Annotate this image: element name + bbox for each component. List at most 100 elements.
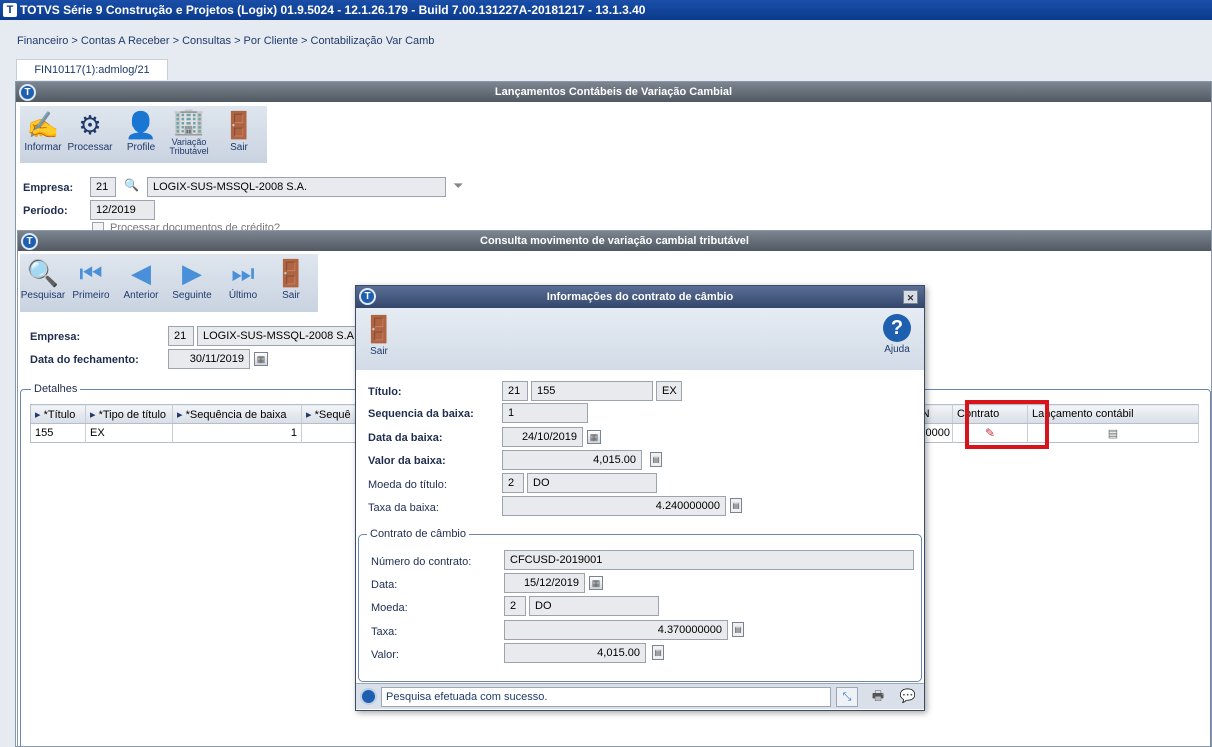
valor-baixa-field[interactable]: 4,015.00 — [502, 450, 642, 470]
status-bar: Pesquisa efetuada com sucesso. ⤡ 🖶 💬 — [356, 683, 924, 709]
cell-titulo[interactable]: 155 — [30, 423, 86, 443]
totvs-logo-icon: T — [359, 288, 376, 305]
contrato-moeda-code[interactable]: 2 — [504, 596, 526, 616]
seguinte-button[interactable]: ▶ Seguinte — [169, 258, 215, 301]
anterior-button[interactable]: ◀ Anterior — [118, 258, 164, 301]
variacao-tributavel-button[interactable]: 🏢 Variação Tributável — [166, 106, 212, 156]
window-title: TOTVS Série 9 Construção e Projetos (Log… — [20, 3, 646, 17]
search-icon[interactable]: 🔍 — [124, 178, 139, 192]
consulta-empresa-code[interactable]: 21 — [168, 326, 194, 346]
contract-info-dialog: T Informações do contrato de câmbio ✕ 🚪 S… — [355, 285, 925, 711]
data-fechamento-field[interactable]: 30/11/2019 — [168, 349, 250, 369]
processar-checkbox[interactable] — [92, 222, 104, 230]
window-title-bar: T TOTVS Série 9 Construção e Projetos (L… — [0, 0, 1212, 20]
processar-label: Processar documentos de crédito? — [110, 222, 280, 230]
dialog-sair-button[interactable]: 🚪 Sair — [356, 314, 402, 357]
taxa-baixa-field[interactable]: 4.240000000 — [502, 496, 726, 516]
moeda-titulo-label: Moeda do título: — [368, 479, 447, 491]
calculator-icon[interactable]: ▤ — [730, 498, 742, 513]
informar-button[interactable]: ✍ Informar — [20, 110, 66, 153]
main-window-header: T Lançamentos Contábeis de Variação Camb… — [16, 82, 1211, 102]
titulo-empresa-field[interactable]: 21 — [502, 381, 528, 401]
col-lancamento[interactable]: Lançamento contábil — [1027, 404, 1199, 424]
cell-tipo[interactable]: EX — [85, 423, 173, 443]
calculator-icon[interactable]: ▤ — [650, 452, 662, 467]
data-baixa-field[interactable]: 24/10/2019 — [502, 427, 583, 447]
chat-icon[interactable]: 💬 — [896, 687, 920, 707]
contrato-moeda-label: Moeda: — [371, 602, 408, 614]
dialog-toolbar: 🚪 Sair ? Ajuda — [356, 308, 924, 370]
contrato-moeda-name[interactable]: DO — [529, 596, 659, 616]
resize-icon[interactable]: ⤡ — [836, 687, 858, 707]
highlight-box — [965, 400, 1049, 449]
col-titulo[interactable]: ▸ *Título — [30, 404, 86, 424]
titulo-num-field[interactable]: 155 — [531, 381, 653, 401]
printer-icon[interactable]: 🖶 — [866, 687, 890, 707]
empresa-label: Empresa: — [23, 182, 74, 194]
processar-button[interactable]: ⚙ Processar — [67, 110, 113, 153]
seq-baixa-field[interactable]: 1 — [502, 403, 588, 423]
titulo-label: Título: — [368, 386, 402, 398]
prev-arrow-icon: ◀ — [131, 258, 151, 288]
cell-lancamento[interactable]: ▤ — [1027, 423, 1199, 443]
contrato-taxa-field[interactable]: 4.370000000 — [504, 620, 728, 640]
exit-door-icon: 🚪 — [222, 110, 256, 140]
status-message: Pesquisa efetuada com sucesso. — [381, 687, 831, 707]
totvs-logo-icon: T — [21, 233, 38, 250]
ultimo-button[interactable]: ⏭ Último — [220, 258, 266, 301]
primeiro-button[interactable]: ⏮ Primeiro — [68, 258, 114, 301]
profile-button[interactable]: 👤 Profile — [118, 110, 164, 153]
empresa-code-field[interactable]: 21 — [90, 177, 116, 197]
first-arrow-icon: ⏮ — [79, 258, 103, 288]
ajuda-button[interactable]: ? Ajuda — [874, 314, 920, 355]
contrato-data-label: Data: — [371, 579, 398, 591]
col-sequencia-baixa[interactable]: ▸ *Sequência de baixa — [172, 404, 302, 424]
consulta-empresa-name[interactable]: LOGIX-SUS-MSSQL-2008 S.A. — [197, 326, 357, 346]
tab-program[interactable]: FIN10117(1):admlog/21 — [16, 59, 168, 80]
contrato-valor-field[interactable]: 4,015.00 — [504, 643, 646, 663]
numero-contrato-label: Número do contrato: — [371, 556, 472, 568]
calendar-icon[interactable]: ▦ — [587, 430, 601, 444]
valor-baixa-label: Valor da baixa: — [368, 455, 446, 467]
consulta-toolbar: 🔍 Pesquisar ⏮ Primeiro ◀ Anterior ▶ Seguinte… — [20, 254, 318, 312]
contrato-taxa-label: Taxa: — [371, 626, 398, 638]
calendar-icon[interactable]: ▦ — [589, 576, 603, 590]
calculator-icon[interactable]: ▤ — [652, 645, 664, 660]
data-fechamento-label: Data do fechamento: — [30, 354, 139, 366]
data-baixa-label: Data da baixa: — [368, 432, 443, 444]
cell-sequencia[interactable]: 1 — [172, 423, 302, 443]
gears-icon: ⚙ — [78, 110, 102, 140]
periodo-field[interactable]: 12/2019 — [90, 200, 155, 220]
building-icon: 🏢 — [172, 106, 206, 136]
contrato-data-field[interactable]: 15/12/2019 — [504, 573, 585, 593]
numero-contrato-field[interactable]: CFCUSD-2019001 — [504, 550, 914, 570]
detalhes-legend: Detalhes — [34, 383, 78, 395]
moeda-titulo-code[interactable]: 2 — [502, 473, 524, 493]
pesquisar-button[interactable]: 🔍 Pesquisar — [20, 258, 66, 301]
exit-door-icon: 🚪 — [274, 258, 308, 288]
user-printer-icon: 👤 — [124, 110, 158, 140]
main-toolbar: ✍ Informar ⚙ Processar 👤 Profile 🏢 Variação … — [20, 106, 267, 163]
moeda-titulo-name[interactable]: DO — [527, 473, 657, 493]
consulta-sair-button[interactable]: 🚪 Sair — [268, 258, 314, 301]
status-info-icon — [360, 688, 377, 705]
magnifier-icon: 🔍 — [26, 258, 60, 288]
breadcrumb[interactable]: Financeiro > Contas A Receber > Consulta… — [17, 35, 434, 47]
document-icon[interactable]: ▤ — [1108, 428, 1118, 440]
periodo-label: Período: — [23, 205, 68, 217]
titulo-tipo-field[interactable]: EX — [656, 381, 682, 401]
help-icon: ? — [883, 314, 911, 342]
main-sair-button[interactable]: 🚪 Sair — [216, 110, 262, 153]
app-icon: T — [3, 3, 17, 17]
consulta-window-title: Consulta movimento de variação cambial t… — [480, 235, 749, 247]
taxa-baixa-label: Taxa da baixa: — [368, 502, 439, 514]
filter-icon[interactable]: ⏷ — [453, 178, 463, 194]
empresa-name-field[interactable]: LOGIX-SUS-MSSQL-2008 S.A. — [147, 177, 446, 197]
col-tipo-titulo[interactable]: ▸ *Tipo de título — [85, 404, 173, 424]
calendar-icon[interactable]: ▦ — [254, 352, 268, 366]
close-icon[interactable]: ✕ — [903, 290, 918, 304]
pen-paper-icon: ✍ — [26, 110, 60, 140]
exit-door-icon: 🚪 — [362, 314, 396, 344]
calculator-icon[interactable]: ▤ — [732, 622, 744, 637]
next-arrow-icon: ▶ — [182, 258, 202, 288]
